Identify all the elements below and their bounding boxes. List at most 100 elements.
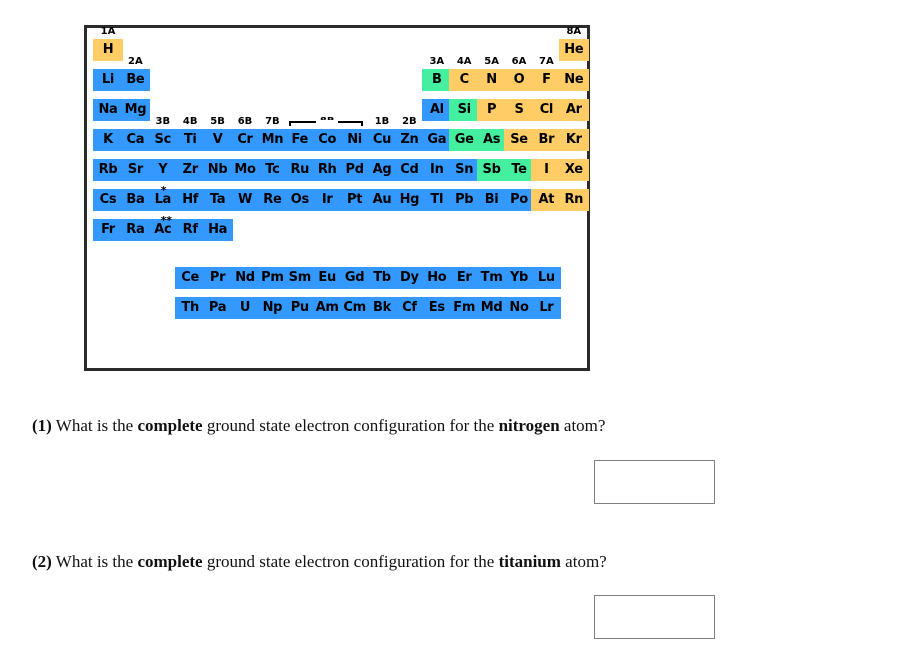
element-n: N xyxy=(476,69,507,91)
element-md: Md xyxy=(476,297,507,319)
periodic-table: 1A2A3B4B5B6B7B8B1B2B3A4A5A6A7A8AHHeLiBeB… xyxy=(84,25,590,371)
group-label-1a: 1A xyxy=(100,26,116,37)
question-2-part1: What is the xyxy=(51,552,138,571)
element-symbol: Sc xyxy=(154,132,172,147)
element-symbol: Sn xyxy=(455,162,474,177)
element-symbol: Sr xyxy=(127,162,143,177)
element-symbol: Pr xyxy=(209,270,226,285)
element-h: H xyxy=(93,39,123,61)
element-ra: Ra xyxy=(120,219,151,241)
element-am: Am xyxy=(312,297,343,319)
element-co: Co xyxy=(312,129,343,151)
element-symbol: Fe xyxy=(291,132,309,147)
element-symbol: Zn xyxy=(400,132,419,147)
element-symbol: H xyxy=(102,42,114,57)
element-symbol: B xyxy=(431,72,442,87)
element-symbol: Co xyxy=(318,132,337,147)
element-i: I xyxy=(531,159,562,181)
element-te: Te xyxy=(504,159,534,181)
element-symbol: O xyxy=(513,72,525,87)
element-symbol: Pb xyxy=(455,192,474,207)
element-hf: Hf xyxy=(175,189,206,211)
element-c: C xyxy=(449,69,480,91)
element-symbol: Os xyxy=(290,192,310,207)
element-rn: Rn xyxy=(558,189,589,211)
element-symbol: Er xyxy=(456,270,472,285)
element-symbol: Cr xyxy=(237,132,253,147)
group-label-5a: 5A xyxy=(484,56,499,67)
question-1-part3: atom? xyxy=(559,416,606,435)
element-symbol: Mn xyxy=(261,132,284,147)
element-tb: Tb xyxy=(367,267,397,289)
element-li: Li xyxy=(93,69,123,91)
element-symbol: Dy xyxy=(400,270,419,285)
element-ac: Ac ** xyxy=(147,215,178,241)
element-rh: Rh xyxy=(312,159,343,181)
element-symbol: Fm xyxy=(453,300,476,315)
element-cu: Cu xyxy=(367,129,397,151)
group-label-2a: 2A xyxy=(128,56,143,67)
element-symbol: Ho xyxy=(427,270,447,285)
element-symbol: Ga xyxy=(427,132,447,147)
element-os: Os xyxy=(284,189,315,211)
element-k: K xyxy=(93,129,123,151)
element-gd: Gd xyxy=(339,267,370,289)
element-symbol: Mo xyxy=(234,162,256,177)
element-symbol: Nd xyxy=(235,270,255,285)
element-symbol: At xyxy=(538,192,555,207)
element-mo: Mo xyxy=(230,159,260,181)
element-lu: Lu xyxy=(531,267,562,289)
group-label-3b: 3B xyxy=(155,116,171,127)
element-symbol: Ba xyxy=(126,192,145,207)
element-ce: Ce xyxy=(175,267,206,289)
element-symbol: Ar xyxy=(565,102,582,117)
element-ag: Ag xyxy=(367,159,397,181)
element-symbol: Se xyxy=(510,132,528,147)
element-ti: Ti xyxy=(175,129,206,151)
element-symbol: Ni xyxy=(347,132,362,147)
element-symbol: Cd xyxy=(400,162,419,177)
element-symbol: Sb xyxy=(482,162,501,177)
question-2-answer-input[interactable] xyxy=(594,595,715,639)
element-xe: Xe xyxy=(558,159,589,181)
element-u: U xyxy=(230,297,260,319)
element-symbol: Rf xyxy=(182,222,198,237)
element-hg: Hg xyxy=(394,189,425,211)
element-y: Y xyxy=(147,159,178,181)
element-symbol: Pt xyxy=(347,192,363,207)
element-symbol: Md xyxy=(480,300,503,315)
element-cl: Cl xyxy=(531,99,562,121)
element-rb: Rb xyxy=(93,159,123,181)
element-ar: Ar xyxy=(558,99,589,121)
element-po: Po xyxy=(504,189,534,211)
element-es: Es xyxy=(421,297,452,319)
periodic-table-grid: 1A2A3B4B5B6B7B8B1B2B3A4A5A6A7A8AHHeLiBeB… xyxy=(87,26,589,368)
element-sb: Sb xyxy=(476,159,507,181)
element-symbol: Sm xyxy=(288,270,312,285)
element-np: Np xyxy=(257,297,288,319)
element-ho: Ho xyxy=(421,267,452,289)
element-symbol: Yb xyxy=(509,270,529,285)
element-he: He xyxy=(558,39,589,61)
element-re: Re xyxy=(257,189,288,211)
element-symbol: Si xyxy=(457,102,472,117)
question-1-answer-input[interactable] xyxy=(594,460,715,504)
question-2-part3: atom? xyxy=(560,552,607,571)
element-ca: Ca xyxy=(120,129,151,151)
element-al: Al xyxy=(421,99,452,121)
element-ga: Ga xyxy=(421,129,452,151)
element-s: S xyxy=(504,99,534,121)
element-symbol: Ne xyxy=(564,72,584,87)
element-tl: Tl xyxy=(421,189,452,211)
element-symbol: Br xyxy=(538,132,555,147)
element-symbol: Eu xyxy=(318,270,336,285)
element-p: P xyxy=(476,99,507,121)
element-cd: Cd xyxy=(394,159,425,181)
element-mn: Mn xyxy=(257,129,288,151)
group-label-2b: 2B xyxy=(402,116,417,127)
element-cs: Cs xyxy=(93,189,123,211)
element-symbol: Ru xyxy=(290,162,310,177)
element-symbol: Cs xyxy=(99,192,117,207)
element-nb: Nb xyxy=(202,159,233,181)
element-ge: Ge xyxy=(449,129,480,151)
